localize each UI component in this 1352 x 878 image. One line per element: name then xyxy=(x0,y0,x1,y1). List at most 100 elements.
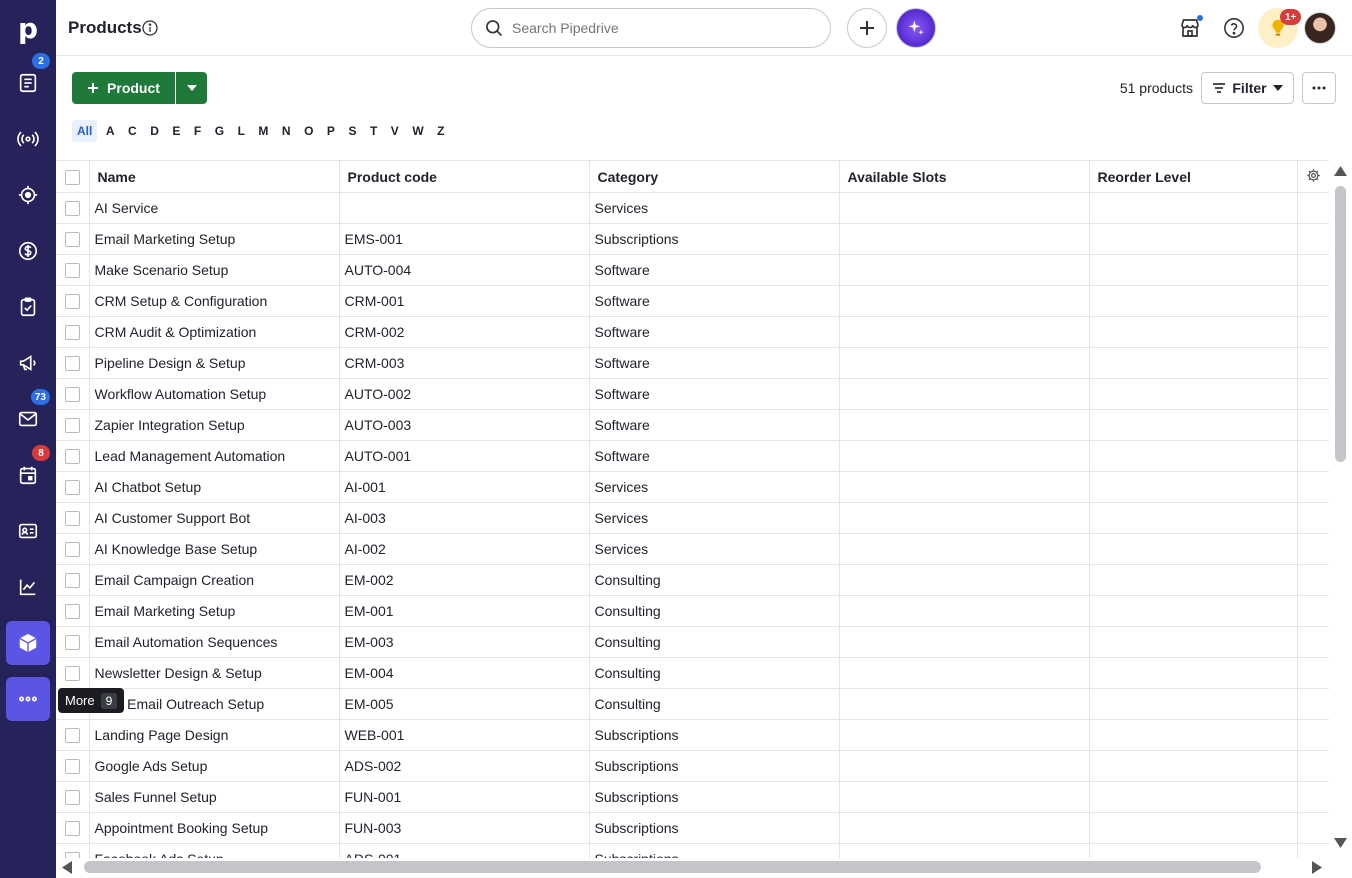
gear-icon[interactable] xyxy=(1306,168,1321,183)
quick-add-button[interactable] xyxy=(847,8,887,48)
add-product-button[interactable]: Product xyxy=(72,72,175,104)
cell-reorder-level[interactable] xyxy=(1089,254,1298,286)
cell-name[interactable]: Email Automation Sequences xyxy=(89,626,340,658)
row-checkbox[interactable] xyxy=(64,821,80,837)
add-product-dropdown[interactable] xyxy=(176,72,207,104)
cell-available-slots[interactable] xyxy=(839,254,1090,286)
cell-category[interactable]: Consulting xyxy=(589,657,840,689)
table-row[interactable]: Facebook Ads SetupADS-001Subscriptions xyxy=(56,843,1329,858)
alpha-p[interactable]: P xyxy=(322,120,340,142)
row-checkbox[interactable] xyxy=(64,511,80,527)
alpha-o[interactable]: O xyxy=(299,120,318,142)
alpha-l[interactable]: L xyxy=(233,120,250,142)
alpha-a[interactable]: A xyxy=(101,120,120,142)
alpha-n[interactable]: N xyxy=(277,120,296,142)
cell-category[interactable]: Consulting xyxy=(589,626,840,658)
table-row[interactable]: AI Customer Support Bot AI-003 Services xyxy=(56,502,1329,534)
cell-available-slots[interactable] xyxy=(839,688,1090,720)
cell-name[interactable]: AI Service xyxy=(89,192,340,224)
more-nav-button[interactable] xyxy=(6,677,50,721)
cell-product-code[interactable]: EM-004 xyxy=(339,657,590,689)
alpha-v[interactable]: V xyxy=(386,120,404,142)
cell-reorder-level[interactable] xyxy=(1089,750,1298,782)
cell-category[interactable]: Subscriptions xyxy=(589,781,840,813)
alpha-z[interactable]: Z xyxy=(432,120,449,142)
alpha-d[interactable]: D xyxy=(145,120,164,142)
search-bar[interactable] xyxy=(471,8,831,48)
column-header-category[interactable]: Category xyxy=(589,160,840,193)
cell-reorder-level[interactable] xyxy=(1089,781,1298,813)
tasks-nav-button[interactable] xyxy=(6,285,50,329)
pipedrive-logo[interactable]: p xyxy=(0,0,56,56)
cell-available-slots[interactable] xyxy=(839,843,1090,858)
row-checkbox[interactable] xyxy=(64,480,80,496)
cell-product-code[interactable]: AI-002 xyxy=(339,533,590,565)
table-row[interactable]: Landing Page Design WEB-001 Subscriptions xyxy=(56,719,1329,751)
cell-product-code[interactable]: AUTO-002 xyxy=(339,378,590,410)
cell-name[interactable]: Lead Management Automation xyxy=(89,440,340,472)
broadcast-nav-button[interactable] xyxy=(6,117,50,161)
cell-product-code[interactable]: ADS-002 xyxy=(339,750,590,782)
cell-product-code[interactable]: CRM-003 xyxy=(339,347,590,379)
cell-available-slots[interactable] xyxy=(839,595,1090,627)
alpha-e[interactable]: E xyxy=(167,120,185,142)
cell-product-code[interactable] xyxy=(339,192,590,224)
cell-reorder-level[interactable] xyxy=(1089,409,1298,441)
horizontal-scroll-thumb[interactable] xyxy=(84,861,1261,873)
cell-name[interactable]: Workflow Automation Setup xyxy=(89,378,340,410)
alpha-f[interactable]: F xyxy=(189,120,206,142)
column-header-name[interactable]: Name xyxy=(89,160,340,193)
cell-available-slots[interactable] xyxy=(839,223,1090,255)
cell-category[interactable]: Consulting xyxy=(589,595,840,627)
table-row[interactable]: Make Scenario Setup AUTO-004 Software xyxy=(56,254,1329,286)
cell-category[interactable]: Software xyxy=(589,440,840,472)
cell-category[interactable]: Services xyxy=(589,533,840,565)
alpha-t[interactable]: T xyxy=(365,120,382,142)
cell-reorder-level[interactable] xyxy=(1089,688,1298,720)
cell-available-slots[interactable] xyxy=(839,750,1090,782)
horizontal-scrollbar[interactable] xyxy=(56,858,1329,878)
cell-product-code[interactable]: WEB-001 xyxy=(339,719,590,751)
cell-reorder-level[interactable] xyxy=(1089,502,1298,534)
deals-nav-button[interactable] xyxy=(6,229,50,273)
ai-assistant-button[interactable] xyxy=(896,8,936,48)
filter-button[interactable]: Filter xyxy=(1201,72,1294,104)
cell-available-slots[interactable] xyxy=(839,657,1090,689)
cell-reorder-level[interactable] xyxy=(1089,285,1298,317)
row-checkbox[interactable] xyxy=(64,573,80,589)
more-actions-button[interactable] xyxy=(1302,72,1336,104)
scroll-right-arrow-icon[interactable] xyxy=(1312,861,1322,874)
table-row[interactable]: Email Campaign Creation EM-002 Consulting xyxy=(56,564,1329,596)
cell-reorder-level[interactable] xyxy=(1089,471,1298,503)
table-row[interactable]: Sales Funnel Setup FUN-001 Subscriptions xyxy=(56,781,1329,813)
cell-name[interactable]: CRM Setup & Configuration xyxy=(89,285,340,317)
cell-available-slots[interactable] xyxy=(839,564,1090,596)
cell-product-code[interactable]: AUTO-004 xyxy=(339,254,590,286)
help-button[interactable] xyxy=(1220,14,1248,42)
cell-category[interactable]: Services xyxy=(589,471,840,503)
cell-name[interactable]: Pipeline Design & Setup xyxy=(89,347,340,379)
cell-available-slots[interactable] xyxy=(839,347,1090,379)
cell-category[interactable]: Subscriptions xyxy=(589,843,840,858)
cell-category[interactable]: Software xyxy=(589,409,840,441)
cell-name[interactable]: Email Campaign Creation xyxy=(89,564,340,596)
cell-name[interactable]: AI Chatbot Setup xyxy=(89,471,340,503)
cell-name[interactable]: Zapier Integration Setup xyxy=(89,409,340,441)
table-row[interactable]: Appointment Booking Setup FUN-003 Subscrip… xyxy=(56,812,1329,844)
cell-name[interactable]: Make Scenario Setup xyxy=(89,254,340,286)
campaigns-nav-button[interactable] xyxy=(6,341,50,385)
alpha-m[interactable]: M xyxy=(253,120,273,142)
cell-available-slots[interactable] xyxy=(839,471,1090,503)
table-row[interactable]: Workflow Automation Setup AUTO-002 Softwar… xyxy=(56,378,1329,410)
cell-category[interactable]: Consulting xyxy=(589,564,840,596)
cell-reorder-level[interactable] xyxy=(1089,533,1298,565)
scroll-up-arrow-icon[interactable] xyxy=(1334,166,1347,176)
vertical-scrollbar[interactable] xyxy=(1329,160,1352,858)
cell-product-code[interactable]: EM-001 xyxy=(339,595,590,627)
row-checkbox[interactable] xyxy=(64,356,80,372)
row-checkbox[interactable] xyxy=(64,542,80,558)
cell-category[interactable]: Consulting xyxy=(589,688,840,720)
cell-category[interactable]: Software xyxy=(589,378,840,410)
cell-reorder-level[interactable] xyxy=(1089,812,1298,844)
cell-reorder-level[interactable] xyxy=(1089,316,1298,348)
